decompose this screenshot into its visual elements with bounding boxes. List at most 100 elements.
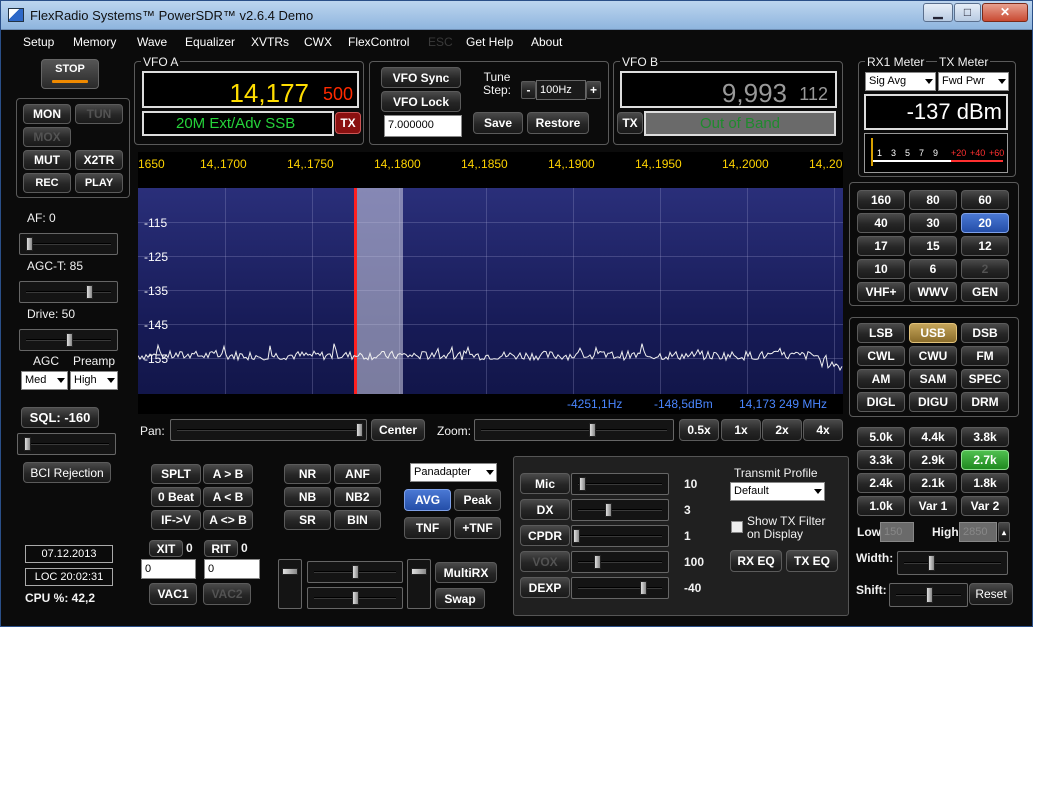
rx-eq-button[interactable]: RX EQ — [730, 550, 782, 572]
filter-width-thumb[interactable] — [928, 555, 935, 571]
agc-select[interactable]: Med — [21, 371, 68, 390]
vox-slider-thumb[interactable] — [594, 555, 601, 569]
tune-step-value[interactable]: 100Hz — [536, 80, 586, 100]
sql-slider-thumb[interactable] — [24, 437, 31, 451]
swap-ab-button[interactable]: A <> B — [203, 510, 253, 530]
anf-button[interactable]: ANF — [334, 464, 381, 484]
af-slider[interactable] — [19, 233, 118, 255]
filter-reset-button[interactable]: Reset — [969, 583, 1013, 605]
menu-setup[interactable]: Setup — [23, 35, 54, 49]
filter-shift-thumb[interactable] — [926, 587, 933, 603]
sql-button[interactable]: SQL: -160 — [21, 407, 99, 428]
vfo-b-frequency[interactable]: 9,993 112 — [620, 71, 837, 108]
nb2-button[interactable]: NB2 — [334, 487, 381, 507]
multirx-gain-thumb[interactable] — [352, 565, 359, 579]
multirx-pan-thumb[interactable] — [352, 591, 359, 605]
mic-slider-thumb[interactable] — [579, 477, 586, 491]
agct-slider-thumb[interactable] — [86, 285, 93, 299]
x2tr-button[interactable]: X2TR — [75, 150, 123, 170]
mic-slider[interactable] — [571, 473, 669, 495]
menu-flexcontrol[interactable]: FlexControl — [348, 35, 409, 49]
filter-1-8k-button[interactable]: 1.8k — [961, 473, 1009, 493]
mode-usb-button[interactable]: USB — [909, 323, 957, 343]
mode-digu-button[interactable]: DIGU — [909, 392, 957, 412]
band-15-button[interactable]: 15 — [909, 236, 957, 256]
sql-slider[interactable] — [17, 433, 116, 455]
tx-meter-select[interactable]: Fwd Pwr — [938, 72, 1009, 91]
mode-cwu-button[interactable]: CWU — [909, 346, 957, 366]
vox-button[interactable]: VOX — [520, 551, 570, 572]
zero-beat-button[interactable]: 0 Beat — [151, 487, 201, 507]
bin-button[interactable]: BIN — [334, 510, 381, 530]
band-6-button[interactable]: 6 — [909, 259, 957, 279]
vac2-button[interactable]: VAC2 — [203, 583, 251, 605]
plus-tnf-button[interactable]: +TNF — [454, 517, 501, 539]
mode-am-button[interactable]: AM — [857, 369, 905, 389]
mode-lsb-button[interactable]: LSB — [857, 323, 905, 343]
dx-slider[interactable] — [571, 499, 669, 521]
mode-dsb-button[interactable]: DSB — [961, 323, 1009, 343]
filter-1-0k-button[interactable]: 1.0k — [857, 496, 905, 516]
multirx-gain-slider[interactable] — [307, 561, 403, 583]
play-button[interactable]: PLAY — [75, 173, 123, 193]
agct-slider[interactable] — [19, 281, 118, 303]
multirx-volume-thumb[interactable] — [282, 568, 298, 575]
nb-button[interactable]: NB — [284, 487, 331, 507]
mut-button[interactable]: MUT — [23, 150, 71, 170]
rit-input[interactable]: 0 — [204, 559, 260, 579]
menu-wave[interactable]: Wave — [137, 35, 167, 49]
peak-button[interactable]: Peak — [454, 489, 501, 511]
zoom-0-5x-button[interactable]: 0.5x — [679, 419, 719, 441]
tnf-button[interactable]: TNF — [404, 517, 451, 539]
a-to-b-button[interactable]: A > B — [203, 464, 253, 484]
filter-4-4k-button[interactable]: 4.4k — [909, 427, 957, 447]
menu-memory[interactable]: Memory — [73, 35, 116, 49]
menu-esc[interactable]: ESC — [428, 35, 453, 49]
xit-input[interactable]: 0 — [141, 559, 196, 579]
step-plus-button[interactable]: + — [586, 81, 601, 99]
menu-get-help[interactable]: Get Help — [466, 35, 513, 49]
close-button[interactable]: ✕ — [982, 3, 1028, 22]
preamp-select[interactable]: High — [70, 371, 118, 390]
panadapter[interactable]: 1650 14,.1700 14,.1750 14,.1800 14,.1850… — [138, 152, 843, 414]
band-gen-button[interactable]: GEN — [961, 282, 1009, 302]
cpdr-slider-thumb[interactable] — [573, 529, 580, 543]
filter-3-8k-button[interactable]: 3.8k — [961, 427, 1009, 447]
band-40-button[interactable]: 40 — [857, 213, 905, 233]
tun-button[interactable]: TUN — [75, 104, 123, 124]
dx-button[interactable]: DX — [520, 499, 570, 520]
band-2-button[interactable]: 2 — [961, 259, 1009, 279]
if-to-vfo-button[interactable]: IF->V — [151, 510, 201, 530]
mode-digl-button[interactable]: DIGL — [857, 392, 905, 412]
stop-button[interactable]: STOP — [41, 59, 99, 89]
mode-fm-button[interactable]: FM — [961, 346, 1009, 366]
mode-sam-button[interactable]: SAM — [909, 369, 957, 389]
zoom-1x-button[interactable]: 1x — [721, 419, 761, 441]
pan-slider[interactable] — [170, 419, 367, 441]
cpdr-slider[interactable] — [571, 525, 669, 547]
mode-spec-button[interactable]: SPEC — [961, 369, 1009, 389]
sr-button[interactable]: SR — [284, 510, 331, 530]
rec-button[interactable]: REC — [23, 173, 71, 193]
nr-button[interactable]: NR — [284, 464, 331, 484]
filter-low-input[interactable]: 150 — [880, 522, 914, 542]
menu-about[interactable]: About — [531, 35, 562, 49]
tx-eq-button[interactable]: TX EQ — [786, 550, 838, 572]
band-160-button[interactable]: 160 — [857, 190, 905, 210]
multirx-volume-slider[interactable] — [278, 559, 302, 609]
panadapter-display[interactable]: -115 -125 -135 -145 -155 — [138, 188, 843, 394]
center-button[interactable]: Center — [371, 419, 425, 441]
mox-button[interactable]: MOX — [23, 127, 71, 147]
bci-rejection-button[interactable]: BCI Rejection — [23, 462, 111, 483]
display-mode-select[interactable]: Panadapter — [410, 463, 497, 482]
mode-cwl-button[interactable]: CWL — [857, 346, 905, 366]
band-30-button[interactable]: 30 — [909, 213, 957, 233]
avg-button[interactable]: AVG — [404, 489, 451, 511]
vfo-b-tx-button[interactable]: TX — [617, 112, 643, 134]
band-12-button[interactable]: 12 — [961, 236, 1009, 256]
vox-slider[interactable] — [571, 551, 669, 573]
zoom-4x-button[interactable]: 4x — [803, 419, 843, 441]
band-10-button[interactable]: 10 — [857, 259, 905, 279]
transmit-profile-select[interactable]: Default — [730, 482, 825, 501]
step-minus-button[interactable]: - — [521, 81, 536, 99]
